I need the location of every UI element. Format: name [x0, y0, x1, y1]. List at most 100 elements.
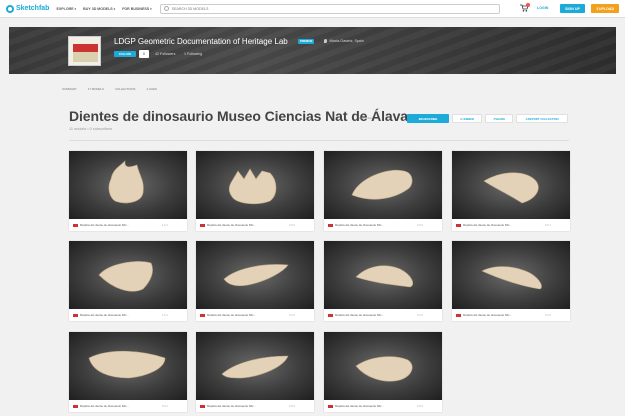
collection-models-count: 11 models	[359, 116, 373, 120]
model-name[interactable]: Réplica del diente de dinosaurio MC...	[80, 313, 160, 317]
author-avatar[interactable]	[328, 223, 333, 227]
model-stats: 0 0 0	[417, 223, 423, 227]
model-card-footer: Réplica del diente de dinosaurio MC... 0 …	[196, 400, 314, 412]
author-avatar[interactable]	[328, 313, 333, 317]
model-thumbnail[interactable]	[452, 241, 570, 309]
model-card[interactable]: Réplica del diente de dinosaurio MC... 0 …	[196, 241, 314, 321]
tooth-model-preview	[355, 356, 413, 382]
model-name[interactable]: Réplica del diente de dinosaurio MC...	[80, 223, 160, 227]
tab-summary[interactable]: SUMMARY	[62, 87, 77, 91]
author-avatar[interactable]	[200, 404, 205, 408]
upload-button[interactable]: ⇪ UPLOAD	[591, 4, 619, 13]
sketchfab-logo-icon	[6, 4, 14, 13]
search-box[interactable]	[159, 3, 500, 14]
login-link[interactable]: LOGIN	[537, 6, 548, 10]
model-thumbnail[interactable]	[196, 332, 314, 400]
tooth-model-preview	[351, 169, 413, 200]
tooth-model-preview	[223, 264, 289, 287]
model-stats: 0 0 0	[289, 404, 295, 408]
top-navbar: Sketchfab EXPLORE▾ BUY 3D MODELS▾ FOR BU…	[0, 0, 625, 18]
tab-collections[interactable]: COLLECTIONS	[115, 87, 135, 91]
model-card[interactable]: Réplica del diente de dinosaurio MC... 1 …	[69, 151, 187, 231]
follow-button[interactable]: FOLLOW	[114, 51, 136, 57]
profile-name[interactable]: LDGP Geometric Documentation of Heritage…	[114, 37, 288, 46]
profile-tabs: SUMMARY 17 MODELS COLLECTIONS 4 LIKES	[62, 87, 168, 91]
collection-subtitle: 11 models • 0 subscribers	[69, 127, 113, 131]
sketchfab-logo[interactable]: Sketchfab	[6, 4, 49, 13]
tab-models[interactable]: 17 MODELS	[88, 87, 104, 91]
nav-buy-models[interactable]: BUY 3D MODELS▾	[83, 7, 115, 11]
model-thumbnail[interactable]	[324, 332, 442, 400]
model-name[interactable]: Réplica del diente de dinosaurio MC...	[207, 223, 287, 227]
model-card-footer: Réplica del diente de dinosaurio MC... 1 …	[69, 309, 187, 321]
chevron-down-icon: ▾	[150, 6, 152, 11]
search-input[interactable]	[171, 6, 492, 11]
author-avatar[interactable]	[328, 404, 333, 408]
model-stats: 0 0 0	[545, 313, 551, 317]
model-name[interactable]: Réplica del diente de dinosaurio MC...	[207, 404, 287, 408]
profile-banner: LDGP Geometric Documentation of Heritage…	[9, 27, 616, 74]
model-card[interactable]: Réplica del diente de dinosaurio MC... 0 …	[69, 332, 187, 412]
author-avatar[interactable]	[73, 404, 78, 408]
model-name[interactable]: Réplica del diente de dinosaurio MC...	[335, 313, 415, 317]
model-stats: 0 0 1	[162, 404, 168, 408]
embed-button[interactable]: </> EMBED	[452, 114, 482, 123]
model-card[interactable]: Réplica del diente de dinosaurio MC... 0 …	[324, 241, 442, 321]
model-card[interactable]: Réplica del diente de dinosaurio MC... 0 …	[324, 151, 442, 231]
model-card-footer: Réplica del diente de dinosaurio MC... 0 …	[69, 400, 187, 412]
model-card[interactable]: Réplica del diente de dinosaurio MC... 0 …	[196, 332, 314, 412]
share-button[interactable]: ↗ SHARE	[485, 114, 513, 123]
model-thumbnail[interactable]	[196, 241, 314, 309]
author-avatar[interactable]	[73, 223, 78, 227]
model-card[interactable]: Réplica del diente de dinosaurio MC... 0 …	[452, 241, 570, 321]
model-stats: 0 0 0	[417, 404, 423, 408]
location-pin-icon	[324, 39, 327, 43]
model-stats: 0 0 0	[289, 313, 295, 317]
model-name[interactable]: Réplica del diente de dinosaurio MC...	[463, 313, 543, 317]
followers-link[interactable]: 42 Followers	[155, 52, 175, 56]
author-avatar[interactable]	[200, 223, 205, 227]
tooth-model-preview	[483, 172, 539, 204]
avatar[interactable]	[68, 36, 101, 66]
tooth-model-preview	[108, 160, 144, 204]
model-thumbnail[interactable]	[69, 151, 187, 219]
model-thumbnail[interactable]	[452, 151, 570, 219]
report-collection-button[interactable]: ⚠ REPORT COLLECTION	[516, 114, 568, 123]
model-card[interactable]: Réplica del diente de dinosaurio MC... 1 …	[69, 241, 187, 321]
follow-count: 0	[139, 50, 149, 58]
model-thumbnail[interactable]	[69, 332, 187, 400]
author-avatar[interactable]	[456, 223, 461, 227]
subscribe-button[interactable]: ⊕ SUBSCRIBE	[407, 114, 449, 123]
divider	[69, 140, 569, 141]
search-icon	[163, 6, 169, 11]
following-link[interactable]: 1 Following	[184, 52, 202, 56]
model-name[interactable]: Réplica del diente de dinosaurio MC...	[80, 404, 160, 408]
tooth-model-preview	[228, 168, 277, 205]
tab-likes[interactable]: 4 LIKES	[146, 87, 157, 91]
nav-for-business[interactable]: FOR BUSINESS▾	[122, 7, 151, 11]
model-stats: 0 0 1	[545, 223, 551, 227]
model-card[interactable]: Réplica del diente de dinosaurio MC... 0 …	[196, 151, 314, 231]
chevron-down-icon: ▾	[113, 6, 116, 11]
model-thumbnail[interactable]	[69, 241, 187, 309]
model-card-footer: Réplica del diente de dinosaurio MC... 1 …	[69, 219, 187, 231]
author-avatar[interactable]	[200, 313, 205, 317]
tooth-model-preview	[221, 355, 289, 379]
nav-explore[interactable]: EXPLORE▾	[56, 7, 76, 11]
model-name[interactable]: Réplica del diente de dinosaurio MC...	[335, 404, 415, 408]
model-thumbnail[interactable]	[324, 151, 442, 219]
model-stats: 1 0 1	[162, 313, 168, 317]
cart-badge	[526, 3, 530, 7]
author-avatar[interactable]	[456, 313, 461, 317]
model-card[interactable]: Réplica del diente de dinosaurio MC... 0 …	[324, 332, 442, 412]
model-thumbnail[interactable]	[324, 241, 442, 309]
author-avatar[interactable]	[73, 313, 78, 317]
model-name[interactable]: Réplica del diente de dinosaurio MC...	[207, 313, 287, 317]
model-card-footer: Réplica del diente de dinosaurio MC... 0 …	[452, 309, 570, 321]
model-card[interactable]: Réplica del diente de dinosaurio MC... 0 …	[452, 151, 570, 231]
model-name[interactable]: Réplica del diente de dinosaurio MC...	[463, 223, 543, 227]
model-name[interactable]: Réplica del diente de dinosaurio MC...	[335, 223, 415, 227]
signup-button[interactable]: SIGN UP	[560, 4, 585, 13]
tooth-model-preview	[481, 266, 542, 290]
model-thumbnail[interactable]	[196, 151, 314, 219]
